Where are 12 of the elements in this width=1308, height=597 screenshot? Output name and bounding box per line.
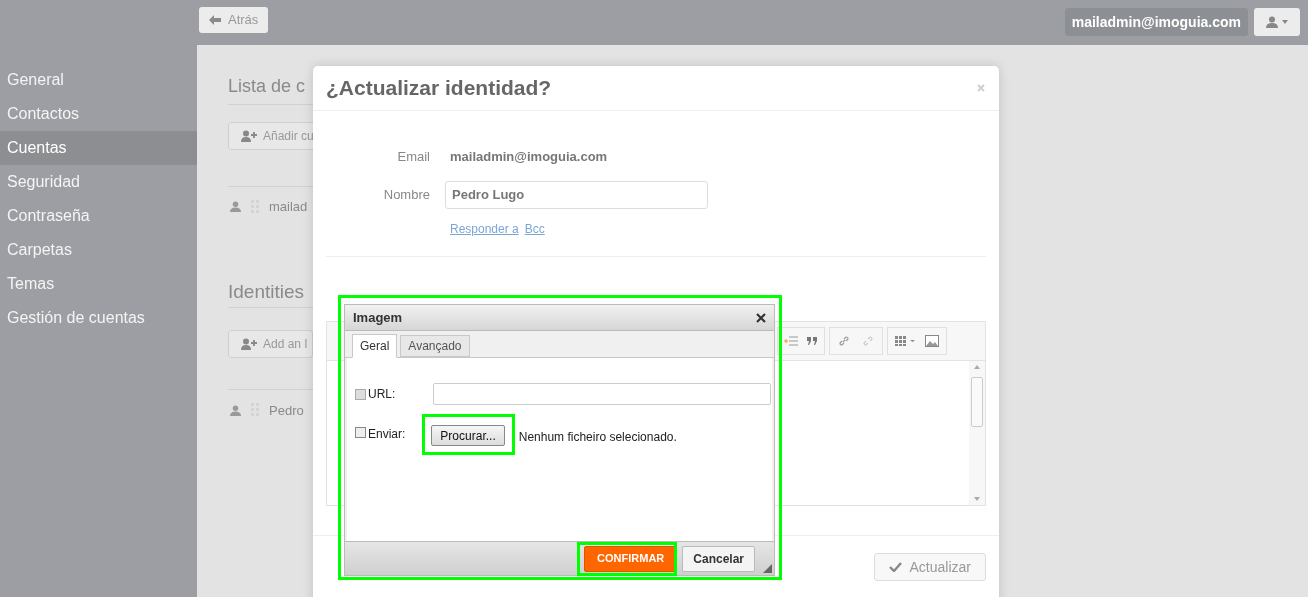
identity-name: Pedro xyxy=(269,401,304,420)
email-value: mailadmin@imoguia.com xyxy=(450,148,608,167)
modal-title: ¿Actualizar identidad? xyxy=(326,75,552,102)
field-label: Email xyxy=(396,148,430,167)
section-title: Lista de c xyxy=(228,75,307,98)
field-label: URL: xyxy=(368,386,396,403)
section-title: Identities xyxy=(228,279,306,304)
account-name: mailad xyxy=(269,198,308,216)
field-label: Enviar: xyxy=(368,426,406,443)
dialog-title: Imagem xyxy=(353,308,403,327)
field-label: Nombre xyxy=(382,186,430,205)
file-status: Nenhum ficheiro selecionado. xyxy=(518,429,677,446)
